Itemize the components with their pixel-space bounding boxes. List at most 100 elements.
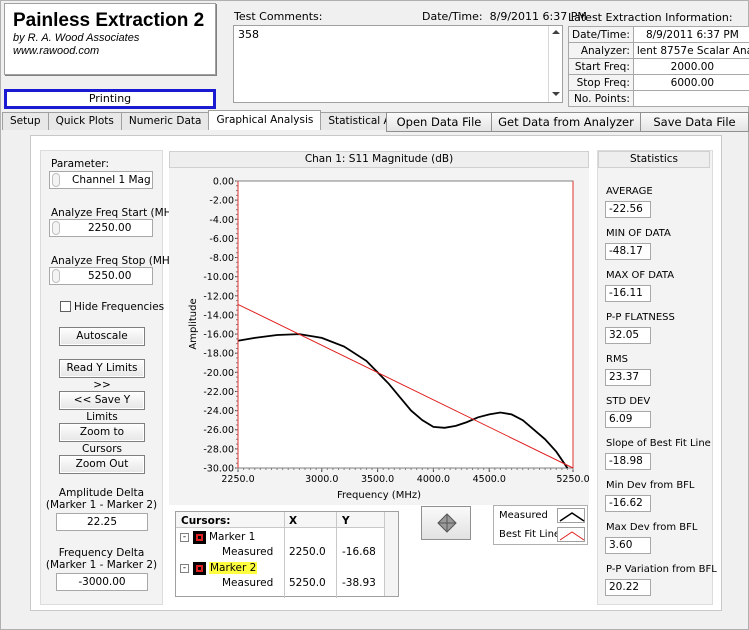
legend-measured-label: Measured <box>499 510 548 521</box>
marker-1-x: 2250.0 <box>289 546 326 558</box>
chart-title: Chan 1: S11 Magnitude (dB) <box>169 151 589 168</box>
stat-label: P-P FLATNESS <box>606 312 675 323</box>
spinner-arrows-icon[interactable] <box>52 221 60 235</box>
x-tick-label: 5250.0 <box>556 474 589 485</box>
save-y-limits-button[interactable]: << Save Y Limits <box>59 391 145 423</box>
cursor-table[interactable]: Cursors: X Y - Marker 1 Measured 2250.0 … <box>175 511 399 598</box>
logo-panel: Painless Extraction 2 by R. A. Wood Asso… <box>4 3 216 75</box>
scroll-down-icon[interactable] <box>552 92 560 96</box>
stat-label: MAX OF DATA <box>606 270 675 281</box>
autoscale-button[interactable]: Autoscale <box>59 327 145 346</box>
y-tick-label: -10.00 <box>203 272 234 283</box>
collapse-icon[interactable]: - <box>180 533 189 542</box>
stat-value: -16.11 <box>605 285 651 302</box>
stop-freq-label: Analyze Freq Stop (MHz) <box>51 255 180 267</box>
marker-1-plot: Measured <box>222 546 274 558</box>
hide-frequencies-label: Hide Frequencies <box>74 301 165 313</box>
latest-extraction-label: Latest Extraction Information: <box>568 11 733 24</box>
table-row: Date/Time: 8/9/2011 6:37 PM <box>568 26 749 43</box>
app-author: by R. A. Wood Associates <box>13 32 140 44</box>
y-tick-label: -16.00 <box>203 330 234 341</box>
legend-measured-swatch <box>557 508 585 523</box>
cursor-move-pad[interactable] <box>421 506 471 540</box>
x-tick-label: 4000.0 <box>417 474 450 485</box>
y-tick-label: -20.00 <box>203 368 234 379</box>
parameter-select[interactable]: Channel 1 Mag <box>49 171 153 189</box>
stat-label: AVERAGE <box>606 186 653 197</box>
start-freq-input[interactable]: 2250.00 <box>49 219 153 237</box>
latest-extraction-table: Date/Time: 8/9/2011 6:37 PM Analyzer: lent… <box>568 26 749 107</box>
marker-2-name[interactable]: Marker 2 <box>209 562 258 574</box>
spinner-arrows-icon[interactable] <box>52 173 60 187</box>
comments-text: 358 <box>238 28 259 41</box>
y-tick-label: 0.00 <box>213 177 234 188</box>
stat-value: 23.37 <box>605 369 651 386</box>
read-y-limits-button[interactable]: Read Y Limits >> <box>59 359 145 391</box>
cursor-scrollbar[interactable] <box>384 512 398 596</box>
table-row: Start Freq: 2000.00 <box>568 58 749 75</box>
save-data-file-button[interactable]: Save Data File <box>640 112 749 132</box>
comments-textarea[interactable]: 358 <box>233 25 563 103</box>
y-tick-label: -18.00 <box>203 349 234 360</box>
col-divider <box>336 512 337 598</box>
open-data-file-button[interactable]: Open Data File <box>386 112 492 132</box>
frequency-delta-value: -3000.00 <box>56 573 148 591</box>
stat-label: RMS <box>606 354 628 365</box>
stat-value: 3.60 <box>605 537 651 554</box>
stat-label: Max Dev from BFL <box>606 522 698 533</box>
y-tick-label: -4.00 <box>209 215 234 226</box>
magnitude-chart[interactable]: 0.00 -2.00 -4.00 -6.00 -8.00 -10.00 -12.00 -14.… <box>169 168 589 505</box>
stat-label: P-P Variation from BFL <box>606 564 717 575</box>
parameter-label: Parameter: <box>51 158 109 170</box>
marker-2-x: 5250.0 <box>289 577 326 589</box>
y-tick-label: -22.00 <box>203 387 234 398</box>
hide-frequencies-checkbox[interactable] <box>60 301 71 312</box>
x-tick-label: 2250.0 <box>221 474 254 485</box>
y-tick-label: -28.00 <box>203 444 234 455</box>
y-tick-label: -14.00 <box>203 310 234 321</box>
cursor-move-icon[interactable] <box>422 507 472 541</box>
table-row: Analyzer:lent 8757e Scalar Analyz <box>568 42 749 59</box>
stat-label: Slope of Best Fit Line <box>606 438 711 449</box>
x-axis-label: Frequency (MHz) <box>337 490 421 501</box>
statistics-title: Statistics <box>598 151 710 168</box>
scroll-up-icon[interactable] <box>552 30 560 34</box>
status-printing: Printing <box>4 89 216 109</box>
tab-graphical-analysis[interactable]: Graphical Analysis <box>208 110 322 130</box>
plot-area[interactable] <box>237 180 574 469</box>
start-freq-label: Analyze Freq Start (MHz) <box>51 207 182 219</box>
comments-label: Test Comments: <box>234 10 323 23</box>
tab-setup[interactable]: Setup <box>2 112 49 130</box>
amplitude-delta-label: Amplitude Delta (Marker 1 - Marker 2) <box>45 487 158 511</box>
frequency-delta-label: Frequency Delta (Marker 1 - Marker 2) <box>45 547 158 571</box>
spinner-arrows-icon[interactable] <box>52 269 60 283</box>
marker-1-name[interactable]: Marker 1 <box>209 531 255 543</box>
marker-2-y: -38.93 <box>342 577 376 589</box>
zoom-out-button[interactable]: Zoom Out <box>59 455 145 474</box>
y-tick-label: -6.00 <box>209 234 234 245</box>
stop-freq-input[interactable]: 5250.00 <box>49 267 153 285</box>
tab-quick-plots[interactable]: Quick Plots <box>47 112 122 130</box>
marker-1-y: -16.68 <box>342 546 376 558</box>
y-tick-label: -12.00 <box>203 291 234 302</box>
marker-2-plot: Measured <box>222 577 274 589</box>
app-title: Painless Extraction 2 <box>13 10 205 31</box>
y-tick-label: -30.00 <box>203 464 234 475</box>
legend-bestfit-label: Best Fit Line <box>499 529 561 540</box>
tab-bar: Setup Quick Plots Numeric Data Graphical… <box>2 110 435 130</box>
stat-value: -22.56 <box>605 201 651 218</box>
stat-value: -18.98 <box>605 453 651 470</box>
collapse-icon[interactable]: - <box>180 564 189 573</box>
tab-numeric-data[interactable]: Numeric Data <box>120 112 210 130</box>
zoom-to-cursors-button[interactable]: Zoom to Cursors <box>59 423 145 455</box>
get-data-analyzer-button[interactable]: Get Data from Analyzer <box>491 112 641 132</box>
table-row: No. Points: <box>568 90 749 107</box>
stat-label: MIN OF DATA <box>606 228 671 239</box>
amplitude-delta-value: 22.25 <box>56 513 148 531</box>
cursor-header-y: Y <box>342 515 350 527</box>
y-tick-label: -24.00 <box>203 406 234 417</box>
stat-value: 6.09 <box>605 411 651 428</box>
stat-label: STD DEV <box>606 396 651 407</box>
comments-scrollbar[interactable] <box>548 26 562 102</box>
plot-legend: Measured Best Fit Line <box>493 505 588 545</box>
